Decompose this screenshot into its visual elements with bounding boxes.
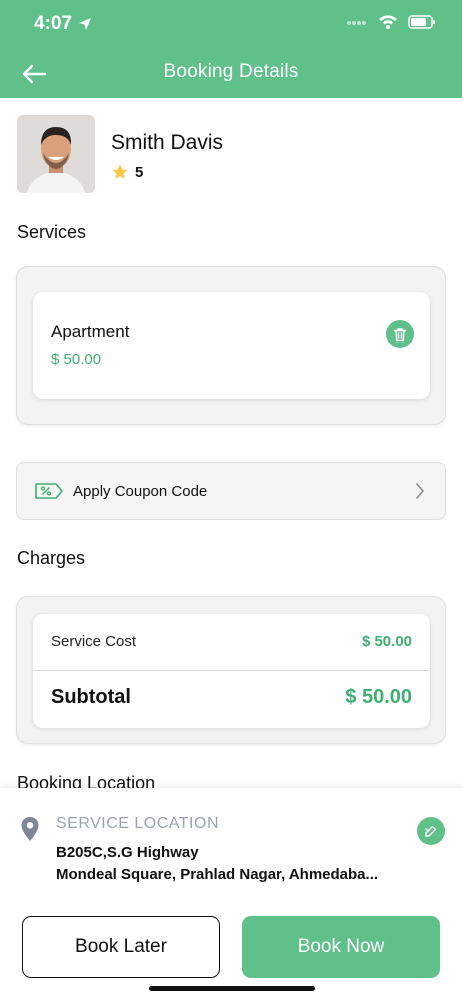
address-line-1: B205C,S.G Highway [56, 844, 199, 861]
location-arrow-icon [79, 18, 92, 30]
edit-location-button[interactable] [417, 817, 445, 845]
services-card: Apartment $ 50.00 [16, 266, 446, 425]
rating-value: 5 [135, 163, 144, 181]
edit-location-icon [425, 825, 437, 837]
trash-icon [393, 327, 407, 341]
service-cost-row: Service Cost $ 50.00 [33, 633, 430, 650]
service-price: $ 50.00 [51, 351, 102, 368]
subtotal-value: $ 50.00 [345, 686, 412, 708]
service-item: Apartment $ 50.00 [33, 292, 430, 399]
provider-name: Smith Davis [111, 131, 224, 154]
status-time-text: 4:07 [34, 13, 73, 34]
cellular-signal-icon [347, 20, 366, 25]
charges-section-title: Charges [17, 548, 86, 568]
provider-rating: 5 [111, 163, 143, 181]
provider-avatar [17, 115, 95, 193]
status-bar-time: 4:07 [34, 13, 92, 35]
subtotal-row: Subtotal $ 50.00 [33, 686, 430, 709]
home-indicator [149, 986, 315, 991]
map-pin-icon [21, 817, 39, 841]
page-title: Booking Details [163, 61, 299, 82]
wifi-icon [379, 15, 397, 29]
star-icon [112, 164, 128, 179]
chevron-right-icon [416, 483, 424, 499]
charges-breakdown: Service Cost $ 50.00 Subtotal $ 50.00 [33, 614, 430, 728]
subtotal-label: Subtotal [51, 686, 131, 708]
book-later-button[interactable]: Book Later [22, 916, 220, 978]
coupon-tag-icon [35, 483, 63, 499]
service-name: Apartment [51, 322, 130, 341]
app-header: 4:07 Booking Details [0, 0, 462, 98]
delete-service-button[interactable] [386, 320, 414, 348]
services-section-title: Services [17, 222, 87, 242]
address-line-2: Mondeal Square, Prahlad Nagar, Ahmedaba.… [56, 866, 379, 883]
charges-card: Service Cost $ 50.00 Subtotal $ 50.00 [16, 596, 446, 744]
service-cost-value: $ 50.00 [361, 633, 412, 650]
booking-location-section-title: Booking Location [17, 773, 156, 788]
service-cost-label: Service Cost [51, 633, 137, 650]
status-bar-indicators [346, 14, 436, 29]
service-location-label: SERVICE LOCATION [56, 815, 219, 832]
battery-icon [408, 14, 435, 29]
coupon-label: Apply Coupon Code [73, 483, 208, 500]
apply-coupon-button[interactable]: Apply Coupon Code [16, 462, 446, 520]
charges-divider [33, 670, 430, 671]
book-now-button[interactable]: Book Now [242, 916, 440, 978]
provider-photo [17, 115, 95, 193]
